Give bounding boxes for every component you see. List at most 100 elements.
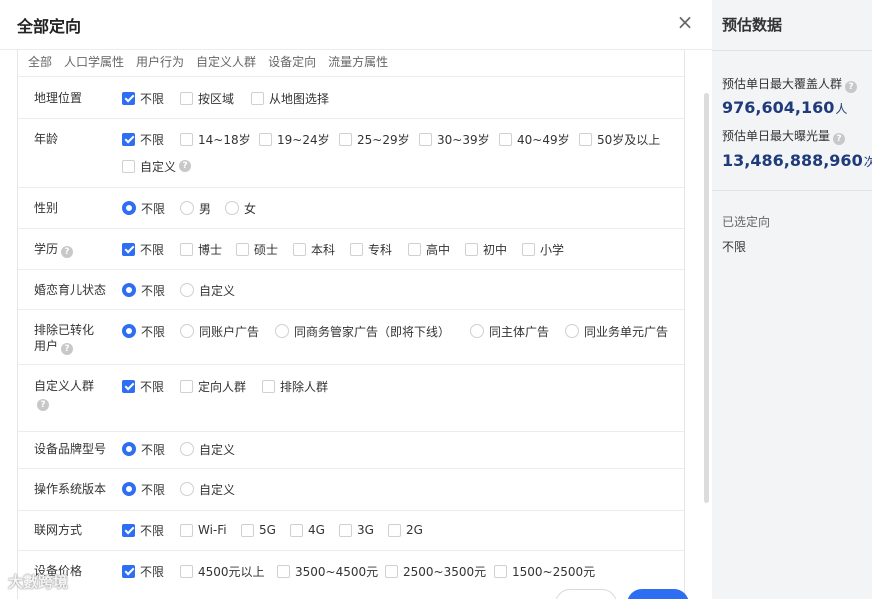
option-wifi[interactable]: Wi-Fi	[180, 521, 227, 539]
help-icon[interactable]: ?	[179, 160, 192, 172]
option-5g[interactable]: 5G	[241, 521, 276, 539]
option-3g[interactable]: 3G	[339, 521, 374, 539]
option-master[interactable]: 硕士	[236, 240, 278, 258]
checkbox-checked[interactable]	[122, 242, 135, 256]
help-icon[interactable]: ?	[37, 399, 49, 411]
checkbox[interactable]	[293, 242, 306, 256]
checkbox[interactable]	[385, 564, 398, 578]
checkbox[interactable]	[465, 242, 478, 256]
checkbox[interactable]	[180, 379, 193, 393]
option-exclude-audience[interactable]: 排除人群	[262, 377, 328, 395]
checkbox[interactable]	[180, 91, 193, 105]
option-same-account[interactable]: 同账户广告	[180, 322, 259, 340]
checkbox[interactable]	[262, 379, 275, 393]
checkbox[interactable]	[499, 132, 512, 146]
option-age-25-29[interactable]: 25~29岁	[339, 130, 410, 148]
checkbox[interactable]	[579, 132, 592, 146]
option-unlimited[interactable]: 不限	[122, 377, 164, 395]
tab-custom-audience[interactable]: 自定义人群	[196, 53, 256, 71]
radio[interactable]	[180, 283, 194, 297]
option-unlimited[interactable]: 不限	[122, 89, 164, 107]
checkbox[interactable]	[494, 564, 507, 578]
radio[interactable]	[275, 324, 289, 338]
option-unlimited[interactable]: 不限	[122, 480, 165, 498]
option-same-entity[interactable]: 同主体广告	[470, 322, 549, 340]
help-icon[interactable]: ?	[61, 343, 74, 355]
checkbox[interactable]	[122, 159, 135, 173]
radio[interactable]	[225, 201, 239, 215]
option-age-19-24[interactable]: 19~24岁	[259, 130, 330, 148]
tab-demographics[interactable]: 人口学属性	[64, 53, 124, 71]
checkbox[interactable]	[350, 242, 363, 256]
help-icon[interactable]: ?	[833, 133, 846, 145]
option-phd[interactable]: 博士	[180, 240, 222, 258]
checkbox[interactable]	[339, 132, 352, 146]
radio[interactable]	[180, 201, 194, 215]
option-female[interactable]: 女	[225, 199, 256, 217]
radio[interactable]	[565, 324, 579, 338]
option-2g[interactable]: 2G	[388, 521, 423, 539]
option-custom[interactable]: 自定义?	[122, 157, 192, 175]
option-custom[interactable]: 自定义	[180, 440, 235, 458]
option-middle-school[interactable]: 初中	[465, 240, 507, 258]
option-custom[interactable]: 自定义	[180, 281, 235, 299]
radio-selected[interactable]	[122, 201, 136, 215]
tab-traffic[interactable]: 流量方属性	[328, 53, 388, 71]
option-male[interactable]: 男	[180, 199, 211, 217]
checkbox[interactable]	[419, 132, 432, 146]
checkbox[interactable]	[180, 242, 193, 256]
close-icon[interactable]: ×	[674, 9, 696, 35]
option-high-school[interactable]: 高中	[408, 240, 450, 258]
checkbox-checked[interactable]	[122, 379, 135, 393]
radio[interactable]	[180, 442, 194, 456]
option-bachelor[interactable]: 本科	[293, 240, 335, 258]
vertical-scrollbar[interactable]	[704, 93, 709, 503]
checkbox-checked[interactable]	[122, 132, 135, 146]
help-icon[interactable]: ?	[61, 246, 74, 258]
radio[interactable]	[180, 324, 194, 338]
option-unlimited[interactable]: 不限	[122, 130, 164, 148]
option-by-region[interactable]: 按区域	[180, 89, 234, 107]
checkbox[interactable]	[277, 564, 290, 578]
checkbox-checked[interactable]	[122, 91, 135, 105]
tab-user-behavior[interactable]: 用户行为	[136, 53, 184, 71]
checkbox[interactable]	[180, 132, 193, 146]
confirm-button[interactable]	[627, 589, 689, 599]
option-from-map[interactable]: 从地图选择	[251, 89, 329, 107]
option-unlimited[interactable]: 不限	[122, 322, 165, 340]
option-price-3500-4500[interactable]: 3500~4500元	[277, 562, 378, 580]
radio[interactable]	[180, 482, 194, 496]
option-unlimited[interactable]: 不限	[122, 240, 164, 258]
radio-selected[interactable]	[122, 482, 136, 496]
checkbox[interactable]	[408, 242, 421, 256]
radio-selected[interactable]	[122, 324, 136, 338]
option-unlimited[interactable]: 不限	[122, 562, 164, 580]
checkbox[interactable]	[236, 242, 249, 256]
option-unlimited[interactable]: 不限	[122, 521, 164, 539]
option-unlimited[interactable]: 不限	[122, 281, 165, 299]
option-unlimited[interactable]: 不限	[122, 440, 165, 458]
option-age-40-49[interactable]: 40~49岁	[499, 130, 570, 148]
option-price-4500-plus[interactable]: 4500元以上	[180, 562, 265, 580]
checkbox-checked[interactable]	[122, 564, 135, 578]
option-price-1500-2500[interactable]: 1500~2500元	[494, 562, 595, 580]
checkbox[interactable]	[339, 523, 352, 537]
option-primary-school[interactable]: 小学	[522, 240, 564, 258]
help-icon[interactable]: ?	[845, 81, 858, 93]
cancel-button[interactable]	[555, 589, 617, 599]
checkbox[interactable]	[251, 91, 264, 105]
checkbox[interactable]	[388, 523, 401, 537]
option-same-business-unit[interactable]: 同业务单元广告	[565, 322, 668, 340]
checkbox[interactable]	[180, 523, 193, 537]
checkbox[interactable]	[290, 523, 303, 537]
tab-device[interactable]: 设备定向	[268, 53, 316, 71]
option-age-50-plus[interactable]: 50岁及以上	[579, 130, 660, 148]
checkbox[interactable]	[241, 523, 254, 537]
checkbox[interactable]	[259, 132, 272, 146]
checkbox[interactable]	[522, 242, 535, 256]
tab-all[interactable]: 全部	[28, 53, 52, 71]
radio-selected[interactable]	[122, 283, 136, 297]
option-price-2500-3500[interactable]: 2500~3500元	[385, 562, 486, 580]
checkbox-checked[interactable]	[122, 523, 135, 537]
checkbox[interactable]	[180, 564, 193, 578]
